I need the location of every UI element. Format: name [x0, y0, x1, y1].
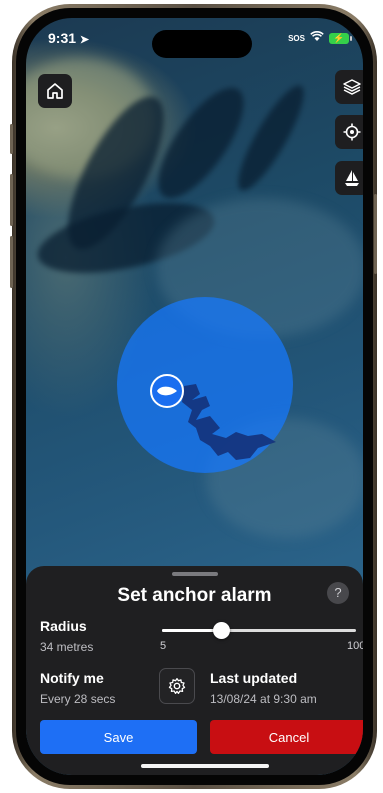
status-icons: SOS ⚡ — [288, 31, 352, 45]
screen: 9:31 ➤ SOS ⚡ Set anchor alarm ? Radius 3… — [26, 18, 363, 775]
layers-icon — [343, 79, 361, 95]
cancel-button[interactable]: Cancel — [210, 720, 363, 754]
boat-position-marker[interactable] — [150, 374, 184, 408]
gear-icon — [168, 677, 186, 695]
slider-max-label: 100 — [347, 640, 363, 652]
home-icon — [47, 83, 63, 99]
sailboat-icon — [345, 170, 359, 186]
radius-slider[interactable] — [162, 622, 356, 639]
boat-hull-icon — [157, 386, 177, 396]
power-button — [374, 194, 377, 274]
action-button — [10, 124, 13, 154]
radius-label: Radius — [40, 618, 87, 634]
notify-value: Every 28 secs — [40, 692, 116, 706]
home-indicator[interactable] — [141, 764, 269, 768]
locate-button[interactable] — [335, 115, 363, 149]
slider-min-label: 5 — [160, 640, 167, 652]
dynamic-island — [152, 30, 252, 58]
sheet-title: Set anchor alarm — [117, 585, 272, 606]
status-time: 9:31 ➤ — [48, 30, 90, 46]
notify-settings-button[interactable] — [159, 668, 195, 704]
volume-up-button — [10, 174, 13, 226]
home-button[interactable] — [38, 74, 72, 108]
last-updated-value: 13/08/24 at 9:30 am — [210, 692, 317, 706]
last-updated-label: Last updated — [210, 670, 298, 686]
boat-button[interactable] — [335, 161, 363, 195]
help-button[interactable]: ? — [327, 582, 349, 604]
wifi-icon — [310, 31, 324, 45]
locate-icon — [343, 123, 361, 141]
location-arrow-icon: ➤ — [79, 34, 90, 46]
battery-charging-icon: ⚡ — [329, 32, 352, 44]
sheet-grabber[interactable] — [172, 572, 218, 576]
save-button[interactable]: Save — [40, 720, 197, 754]
boat-track — [182, 384, 276, 460]
sos-indicator: SOS — [288, 33, 305, 43]
satellite-map[interactable] — [26, 18, 363, 566]
layers-button[interactable] — [335, 70, 363, 104]
volume-down-button — [10, 236, 13, 288]
radius-value: 34 metres — [40, 640, 94, 654]
notify-label: Notify me — [40, 670, 104, 686]
